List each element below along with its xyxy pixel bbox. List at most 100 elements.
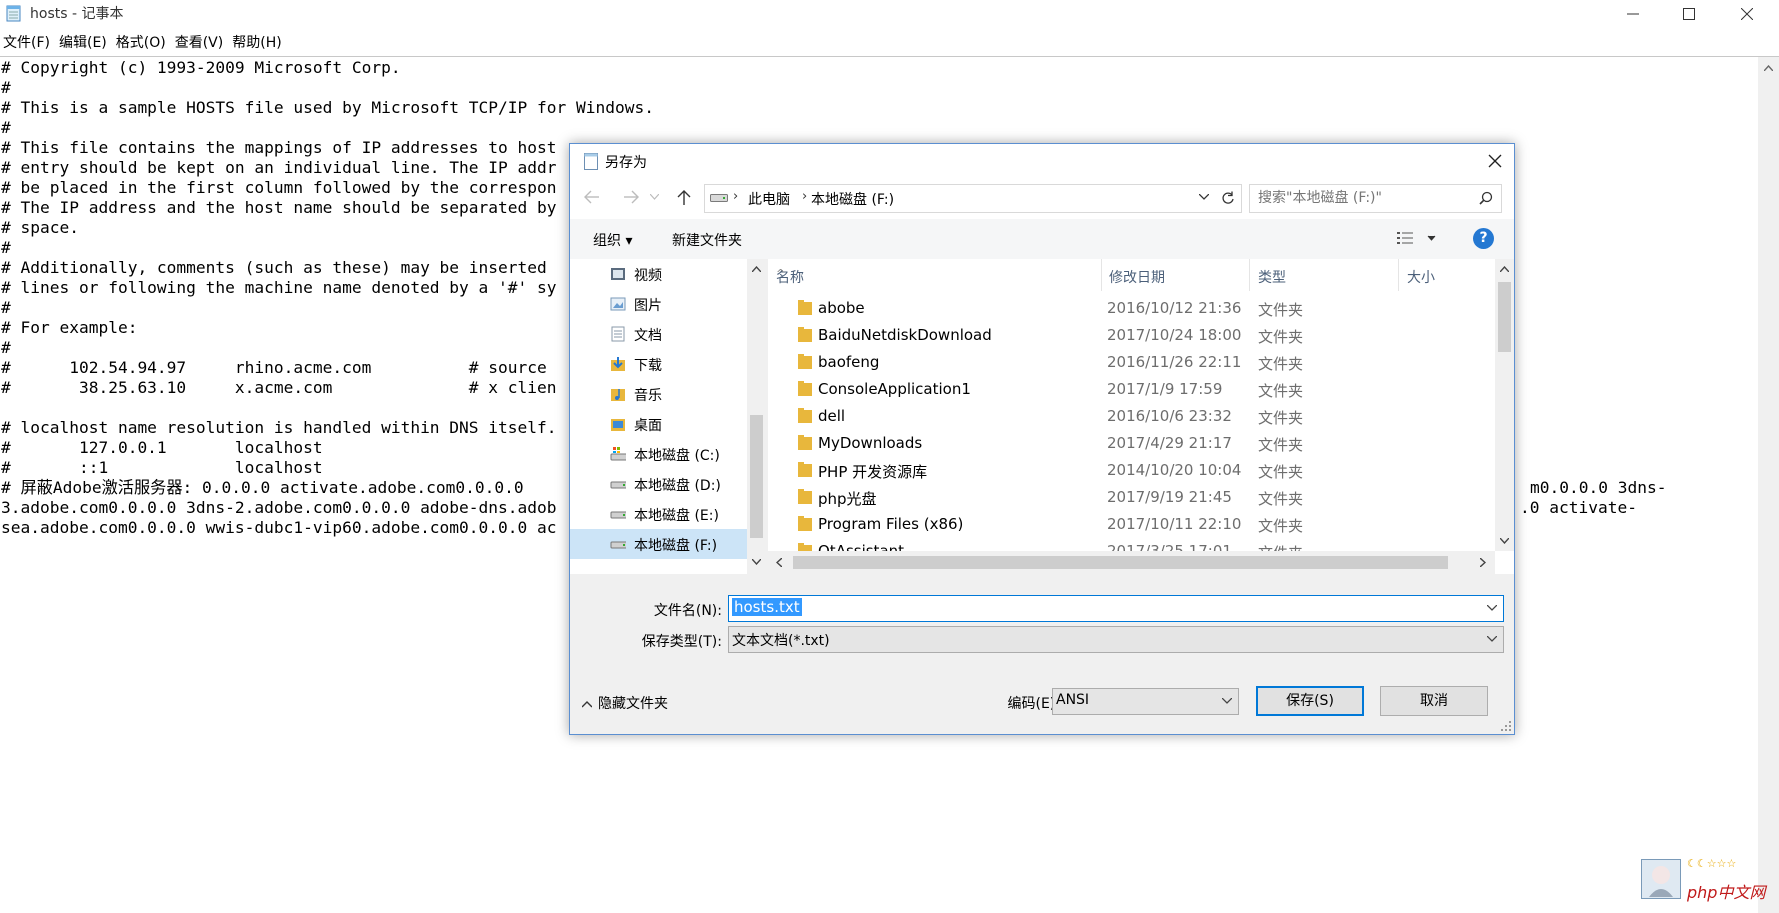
file-name: abobe xyxy=(818,299,865,317)
scroll-down-arrow-icon[interactable] xyxy=(1500,538,1509,544)
nav-item-label: 下载 xyxy=(634,358,662,374)
chevron-right-icon[interactable]: › xyxy=(733,189,738,204)
new-folder-button[interactable]: 新建文件夹 xyxy=(672,230,742,250)
file-row[interactable]: MyDownloads 2017/4/29 21:17 文件夹 xyxy=(768,430,1488,457)
file-row[interactable]: Program Files (x86) 2017/10/11 22:10 文件夹 xyxy=(768,511,1488,538)
recent-dropdown-icon[interactable] xyxy=(650,194,659,200)
text-line: # 38.25.63.10 x.acme.com # x clien xyxy=(1,378,557,397)
back-arrow-icon[interactable] xyxy=(583,188,601,206)
address-bar[interactable]: › 此电脑 › 本地磁盘 (F:) xyxy=(704,184,1218,213)
scrollbar-thumb[interactable] xyxy=(793,556,1448,569)
folder-icon xyxy=(798,516,812,531)
nav-item-label: 图片 xyxy=(634,298,662,314)
scroll-up-arrow-icon[interactable] xyxy=(1500,266,1509,272)
filename-input[interactable] xyxy=(732,599,1336,619)
nav-item-pictures[interactable]: 图片 xyxy=(570,289,747,319)
filelist-vertical-scrollbar[interactable] xyxy=(1495,259,1514,551)
hide-folders-toggle[interactable]: 隐藏文件夹 xyxy=(581,693,668,713)
column-header-date[interactable]: 修改日期 xyxy=(1101,259,1250,291)
text-line: # localhost name resolution is handled w… xyxy=(1,418,557,437)
text-line: # xyxy=(1,238,11,257)
menu-format[interactable]: 格式(O) xyxy=(113,34,172,56)
nav-item-drive-e[interactable]: 本地磁盘 (E:) xyxy=(570,499,747,529)
nav-item-documents[interactable]: 文档 xyxy=(570,319,747,349)
text-line: # be placed in the first column followed… xyxy=(1,178,557,197)
nav-item-drive-f[interactable]: 本地磁盘 (F:) xyxy=(570,529,747,559)
scroll-down-arrow-icon[interactable] xyxy=(752,559,761,565)
breadcrumb-drive-f[interactable]: 本地磁盘 (F:) xyxy=(811,189,894,209)
scroll-left-arrow-icon[interactable] xyxy=(776,558,782,567)
filename-combobox[interactable]: hosts.txt xyxy=(728,595,1504,622)
file-row[interactable]: ConsoleApplication1 2017/1/9 17:59 文件夹 xyxy=(768,376,1488,403)
text-line: # Copyright (c) 1993-2009 Microsoft Corp… xyxy=(1,58,401,77)
file-type: 文件夹 xyxy=(1258,328,1304,346)
minimize-button[interactable] xyxy=(1604,0,1662,28)
maximize-button[interactable] xyxy=(1660,0,1718,28)
nav-item-drive-c[interactable]: 本地磁盘 (C:) xyxy=(570,439,747,469)
chevron-down-icon[interactable] xyxy=(1487,605,1497,611)
nav-item-drive-d[interactable]: 本地磁盘 (D:) xyxy=(570,469,747,499)
close-icon xyxy=(1741,8,1753,20)
scroll-up-arrow-icon[interactable] xyxy=(1764,65,1773,71)
chevron-down-icon[interactable] xyxy=(1199,194,1209,200)
file-row[interactable]: baofeng 2016/11/26 22:11 文件夹 xyxy=(768,349,1488,376)
filelist-horizontal-scrollbar[interactable] xyxy=(768,551,1495,574)
scroll-right-arrow-icon[interactable] xyxy=(1480,558,1486,567)
text-line: sea.adobe.com0.0.0.0 wwis-dubc1-vip60.ad… xyxy=(1,518,557,537)
documents-folder-icon xyxy=(611,326,625,342)
notepad-scrollbar[interactable] xyxy=(1758,57,1779,913)
filetype-select[interactable]: 文本文档(*.txt) xyxy=(728,626,1504,653)
resize-grip-icon[interactable] xyxy=(1501,721,1511,731)
navpane-scrollbar[interactable] xyxy=(747,259,766,574)
file-name: MyDownloads xyxy=(818,434,923,452)
file-type: 文件夹 xyxy=(1258,382,1304,400)
scroll-up-arrow-icon[interactable] xyxy=(752,266,761,272)
menu-view[interactable]: 查看(V) xyxy=(172,34,230,56)
up-arrow-icon[interactable] xyxy=(676,188,692,206)
refresh-button[interactable] xyxy=(1216,184,1242,213)
search-box[interactable] xyxy=(1249,184,1502,213)
nav-item-label: 文档 xyxy=(634,328,662,344)
file-row[interactable]: php光盘 2017/9/19 21:45 文件夹 xyxy=(768,484,1488,511)
nav-item-label: 本地磁盘 (D:) xyxy=(634,478,721,494)
menu-help[interactable]: 帮助(H) xyxy=(229,34,287,56)
chevron-down-icon[interactable] xyxy=(1487,636,1497,642)
file-type: 文件夹 xyxy=(1258,436,1304,454)
file-row[interactable]: abobe 2016/10/12 21:36 文件夹 xyxy=(768,295,1488,322)
breadcrumb-this-pc[interactable]: 此电脑 xyxy=(748,189,790,209)
file-row[interactable]: PHP 开发资源库 2014/10/20 10:04 文件夹 xyxy=(768,457,1488,484)
text-line: # xyxy=(1,298,11,317)
dialog-close-button[interactable] xyxy=(1484,150,1506,172)
dialog-titlebar: 另存为 xyxy=(570,144,1514,177)
filename-selected-text: hosts.txt xyxy=(732,598,802,616)
chevron-down-icon[interactable] xyxy=(1222,698,1232,704)
nav-item-downloads[interactable]: 下载 xyxy=(570,349,747,379)
floating-widget[interactable]: ☾☾☆☆☆ php中文网 xyxy=(1641,857,1779,913)
view-options-icon[interactable] xyxy=(1397,231,1437,245)
organize-menu-button[interactable]: 组织 ▾ xyxy=(593,230,632,250)
scrollbar-thumb[interactable] xyxy=(1498,282,1511,352)
forward-arrow-icon[interactable] xyxy=(622,188,640,206)
cancel-button[interactable]: 取消 xyxy=(1380,686,1488,716)
scrollbar-thumb[interactable] xyxy=(750,415,763,538)
search-input[interactable] xyxy=(1256,189,1470,207)
menu-file[interactable]: 文件(F) xyxy=(0,34,56,56)
text-line: # This is a sample HOSTS file used by Mi… xyxy=(1,98,654,117)
close-button[interactable] xyxy=(1718,0,1776,28)
column-header-type[interactable]: 类型 xyxy=(1250,259,1399,291)
column-header-size[interactable]: 大小 xyxy=(1399,259,1494,291)
file-row[interactable]: dell 2016/10/6 23:32 文件夹 xyxy=(768,403,1488,430)
search-icon[interactable] xyxy=(1479,191,1493,205)
encoding-select[interactable]: ANSI xyxy=(1052,688,1239,715)
sort-ascending-icon: ^ xyxy=(776,267,786,280)
chevron-right-icon[interactable]: › xyxy=(802,189,807,204)
save-button[interactable]: 保存(S) xyxy=(1256,686,1364,716)
column-header-name[interactable]: 名称 ^ xyxy=(768,259,1102,291)
encoding-value: ANSI xyxy=(1056,692,1090,708)
help-button[interactable]: ? xyxy=(1473,228,1494,249)
file-row[interactable]: BaiduNetdiskDownload 2017/10/24 18:00 文件… xyxy=(768,322,1488,349)
nav-item-desktop[interactable]: 桌面 xyxy=(570,409,747,439)
menu-edit[interactable]: 编辑(E) xyxy=(56,34,113,56)
nav-item-music[interactable]: 音乐 xyxy=(570,379,747,409)
nav-item-videos[interactable]: 视频 xyxy=(570,259,747,289)
